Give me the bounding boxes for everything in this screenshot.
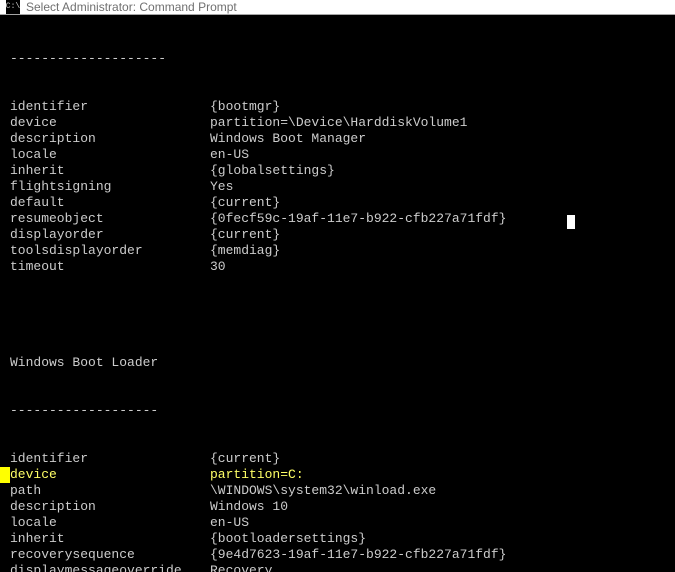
output-key: inherit	[10, 163, 210, 179]
output-value: {globalsettings}	[210, 163, 675, 179]
output-row: descriptionWindows Boot Manager	[10, 131, 675, 147]
output-row: displayorder{current}	[10, 227, 675, 243]
output-row: default{current}	[10, 195, 675, 211]
output-value: partition=\Device\HarddiskVolume1	[210, 115, 675, 131]
output-key: flightsigning	[10, 179, 210, 195]
titlebar[interactable]: C:\ Select Administrator: Command Prompt	[0, 0, 675, 15]
output-key: locale	[10, 515, 210, 531]
command-prompt-window: C:\ Select Administrator: Command Prompt…	[0, 0, 675, 572]
output-value: Yes	[210, 179, 675, 195]
output-key: device	[10, 467, 210, 483]
output-value: {current}	[210, 227, 675, 243]
output-row: timeout30	[10, 259, 675, 275]
output-key: displayorder	[10, 227, 210, 243]
output-value: {current}	[210, 195, 675, 211]
output-key: recoverysequence	[10, 547, 210, 563]
output-row: devicepartition=C:	[10, 467, 675, 483]
output-value: en-US	[210, 147, 675, 163]
section-divider: --------------------	[10, 51, 675, 67]
output-value: 30	[210, 259, 675, 275]
terminal-output[interactable]: -------------------- identifier{bootmgr}…	[0, 15, 675, 572]
output-value: {current}	[210, 451, 675, 467]
cmd-icon: C:\	[6, 0, 20, 14]
output-row: resumeobject{0fecf59c-19af-11e7-b922-cfb…	[10, 211, 675, 227]
output-value: {9e4d7623-19af-11e7-b922-cfb227a71fdf}	[210, 547, 675, 563]
output-row: inherit{bootloadersettings}	[10, 531, 675, 547]
loader-header: Windows Boot Loader	[10, 355, 675, 371]
output-value: Windows 10	[210, 499, 675, 515]
output-row: devicepartition=\Device\HarddiskVolume1	[10, 115, 675, 131]
window-title: Select Administrator: Command Prompt	[26, 0, 237, 14]
output-key: locale	[10, 147, 210, 163]
output-key: toolsdisplayorder	[10, 243, 210, 259]
output-row: descriptionWindows 10	[10, 499, 675, 515]
output-key: description	[10, 131, 210, 147]
output-key: device	[10, 115, 210, 131]
output-key: path	[10, 483, 210, 499]
output-value: {bootloadersettings}	[210, 531, 675, 547]
output-key: inherit	[10, 531, 210, 547]
output-row: localeen-US	[10, 515, 675, 531]
output-row: path\WINDOWS\system32\winload.exe	[10, 483, 675, 499]
output-row: identifier{bootmgr}	[10, 99, 675, 115]
output-row: toolsdisplayorder{memdiag}	[10, 243, 675, 259]
output-key: default	[10, 195, 210, 211]
output-key: timeout	[10, 259, 210, 275]
output-value: {memdiag}	[210, 243, 675, 259]
output-key: resumeobject	[10, 211, 210, 227]
output-value: en-US	[210, 515, 675, 531]
output-value: Recovery	[210, 563, 675, 572]
output-key: displaymessageoverride	[10, 563, 210, 572]
output-key: identifier	[10, 451, 210, 467]
loader-divider: -------------------	[10, 403, 675, 419]
output-key: identifier	[10, 99, 210, 115]
output-row: inherit{globalsettings}	[10, 163, 675, 179]
output-row: localeen-US	[10, 147, 675, 163]
output-key: description	[10, 499, 210, 515]
output-value: partition=C:	[210, 467, 675, 483]
output-row: flightsigningYes	[10, 179, 675, 195]
output-row: recoverysequence{9e4d7623-19af-11e7-b922…	[10, 547, 675, 563]
output-value: {0fecf59c-19af-11e7-b922-cfb227a71fdf}	[210, 211, 675, 227]
output-row: displaymessageoverrideRecovery	[10, 563, 675, 572]
output-value: \WINDOWS\system32\winload.exe	[210, 483, 675, 499]
blank-line	[10, 307, 675, 323]
output-value: Windows Boot Manager	[210, 131, 675, 147]
selection-cursor	[567, 215, 575, 229]
output-value: {bootmgr}	[210, 99, 675, 115]
output-row: identifier{current}	[10, 451, 675, 467]
